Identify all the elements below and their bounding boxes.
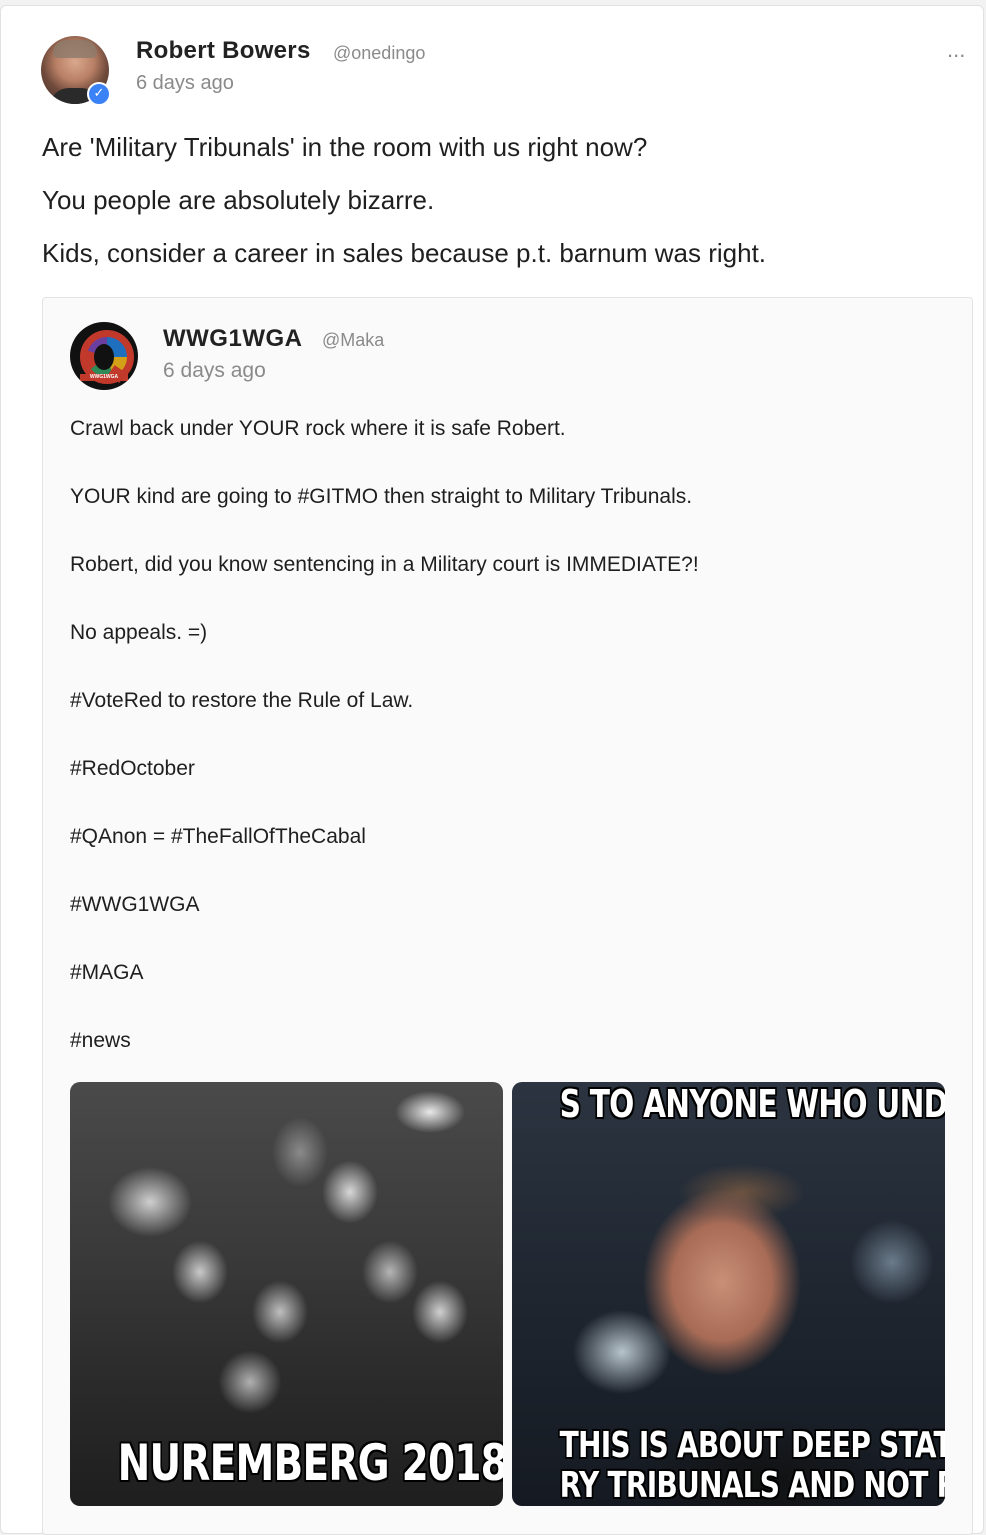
post-body-line: You people are absolutely bizarre. xyxy=(42,185,435,215)
post-card: ✓ Robert Bowers @onedingo 6 days ago ...… xyxy=(0,5,984,1535)
image-caption: NUREMBERG 2018 xyxy=(117,1434,503,1492)
quoted-body-line: YOUR kind are going to #GITMO then strai… xyxy=(70,485,693,508)
quoted-body-line: Robert, did you know sentencing in a Mil… xyxy=(70,553,699,576)
author-handle[interactable]: @onedingo xyxy=(333,43,425,64)
hashtag-link[interactable]: #MAGA xyxy=(70,961,144,985)
quoted-post[interactable]: WWG1WGA WWG1WGA @Maka 6 days ago Crawl b… xyxy=(42,297,973,1535)
verified-badge-icon: ✓ xyxy=(87,82,111,106)
q-logo-center xyxy=(94,344,114,370)
attached-image-toast[interactable]: S TO ANYONE WHO UNDERS THIS IS ABOUT DEE… xyxy=(512,1082,945,1506)
hashtag-link[interactable]: #WWG1WGA xyxy=(70,893,200,917)
quoted-body-line: #VoteRed to restore the Rule of Law. xyxy=(70,689,414,712)
quoted-body-line: Crawl back under YOUR rock where it is s… xyxy=(70,417,566,440)
avatar-hair xyxy=(53,40,97,58)
post-body-line: Are 'Military Tribunals' in the room wit… xyxy=(42,132,648,162)
quoted-body-line: No appeals. =) xyxy=(70,621,208,644)
quoted-author-handle[interactable]: @Maka xyxy=(322,330,384,351)
more-options-icon[interactable]: ... xyxy=(947,39,977,61)
quoted-post-timestamp[interactable]: 6 days ago xyxy=(163,359,266,383)
post-body-line: Kids, consider a career in sales because… xyxy=(42,238,767,268)
image-top-text: S TO ANYONE WHO UNDERS xyxy=(559,1082,945,1126)
hashtag-link[interactable]: #news xyxy=(70,1029,131,1053)
image-bottom-text: RY TRIBUNALS AND NOT ROE V xyxy=(559,1465,945,1506)
author-name[interactable]: Robert Bowers xyxy=(136,37,311,65)
avatar-banner-text: WWG1WGA xyxy=(80,374,128,381)
hashtag-link[interactable]: #RedOctober xyxy=(70,757,195,781)
attached-image-nuremberg[interactable]: NUREMBERG 2018 xyxy=(70,1082,503,1506)
hashtag-link[interactable]: #QAnon = #TheFallOfTheCabal xyxy=(70,825,366,849)
image-bottom-text: THIS IS ABOUT DEEP STATE xyxy=(559,1425,945,1466)
quoted-author-avatar[interactable]: WWG1WGA xyxy=(70,322,138,390)
post-timestamp[interactable]: 6 days ago xyxy=(136,72,234,95)
quoted-author-name[interactable]: WWG1WGA xyxy=(163,325,302,353)
